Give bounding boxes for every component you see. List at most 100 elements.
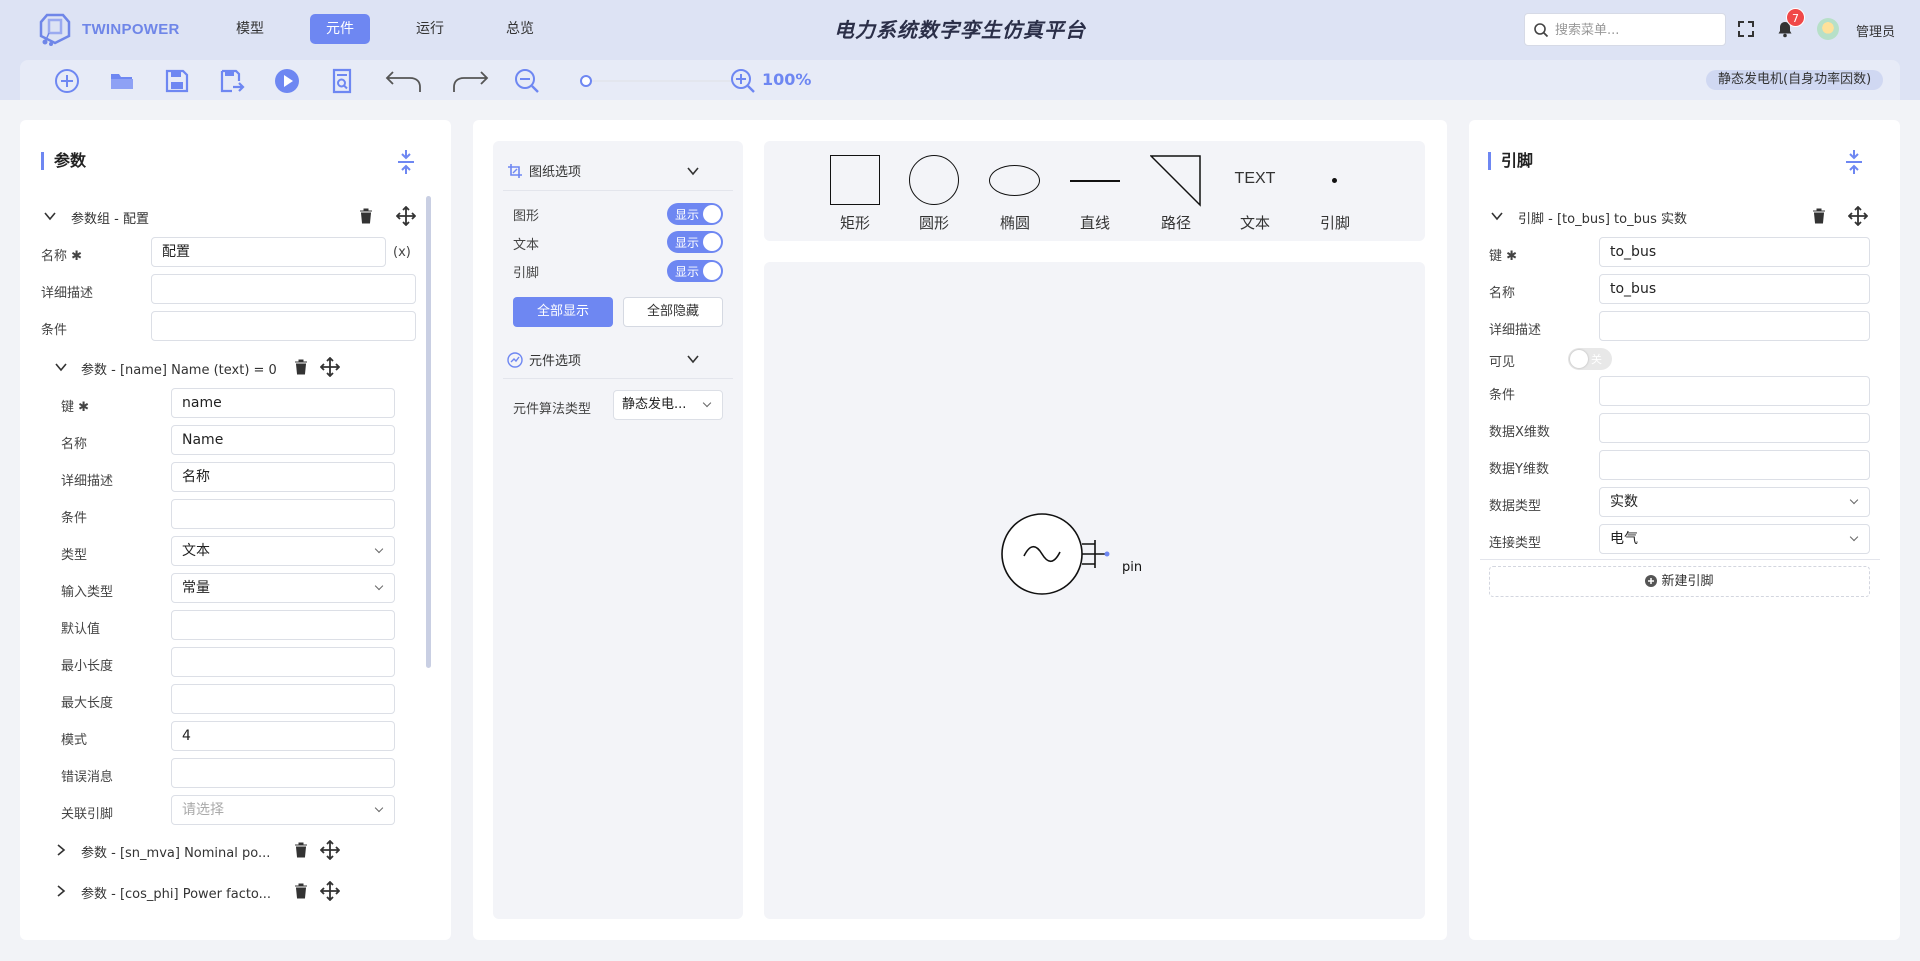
line-tool-icon[interactable]: [1070, 180, 1120, 182]
params-scrollbar[interactable]: [426, 196, 431, 668]
redo-icon[interactable]: [450, 68, 490, 94]
hide-all-button[interactable]: 全部隐藏: [623, 297, 723, 327]
component-options-header[interactable]: 元件选项: [507, 350, 581, 369]
drag-move-icon[interactable]: [320, 357, 340, 377]
chevron-down-icon[interactable]: [686, 164, 700, 178]
zoom-slider-track[interactable]: [586, 80, 732, 82]
input-type-label: 输入类型: [61, 585, 114, 600]
input-type-select[interactable]: 常量: [171, 573, 395, 603]
rectangle-tool-icon[interactable]: [830, 155, 880, 205]
drag-move-icon[interactable]: [320, 881, 340, 901]
pin-xdim-field[interactable]: [1599, 413, 1870, 443]
pin-dtype-label: 数据类型: [1489, 499, 1542, 514]
trash-icon[interactable]: [357, 207, 375, 225]
linked-pin-select[interactable]: 请选择: [171, 795, 395, 825]
name-field[interactable]: Name: [171, 425, 395, 455]
group-name-field[interactable]: 配置: [151, 237, 386, 267]
new-icon[interactable]: [54, 68, 80, 94]
search-input[interactable]: [1555, 20, 1720, 40]
pin-visible-toggle[interactable]: 关: [1568, 348, 1612, 370]
chevron-down-icon[interactable]: [686, 352, 700, 366]
param-cos-phi-title[interactable]: 参数 - [cos_phi] Power facto...: [81, 883, 271, 902]
type-select[interactable]: 文本: [171, 536, 395, 566]
pin-ydim-field[interactable]: [1599, 450, 1870, 480]
run-icon[interactable]: [274, 68, 300, 94]
trash-icon[interactable]: [1810, 207, 1828, 225]
trash-icon[interactable]: [292, 882, 310, 900]
pin-tool-icon[interactable]: [1332, 178, 1337, 183]
circle-tool-icon[interactable]: [909, 155, 959, 205]
new-pin-label: 新建引脚: [1661, 574, 1714, 589]
ellipse-tool-icon[interactable]: [989, 165, 1040, 196]
path-tool-label[interactable]: 路径: [1146, 212, 1206, 233]
cond-field[interactable]: [171, 499, 395, 529]
pin-conn-select[interactable]: 电气: [1599, 524, 1870, 554]
divider: [503, 190, 733, 191]
chevron-down-icon[interactable]: [1490, 209, 1504, 223]
menu-search[interactable]: [1524, 13, 1726, 46]
pin-tool-label[interactable]: 引脚: [1305, 212, 1365, 233]
path-tool-icon[interactable]: [1150, 155, 1202, 207]
fullscreen-icon[interactable]: [1738, 21, 1754, 37]
open-folder-icon[interactable]: [109, 68, 135, 94]
trash-icon[interactable]: [292, 358, 310, 376]
pin-label[interactable]: pin: [1122, 560, 1142, 575]
desc-field[interactable]: 名称: [171, 462, 395, 492]
collapse-all-icon[interactable]: [1844, 149, 1864, 175]
algorithm-type-select[interactable]: 静态发电...: [613, 390, 723, 420]
pin-cond-field[interactable]: [1599, 376, 1870, 406]
drag-move-icon[interactable]: [320, 840, 340, 860]
trash-icon[interactable]: [292, 841, 310, 859]
pin-visibility-toggle[interactable]: 显示: [667, 260, 723, 282]
zoom-out-icon[interactable]: [514, 68, 540, 94]
drag-move-icon[interactable]: [1848, 206, 1868, 226]
error-label: 错误消息: [61, 770, 114, 785]
pin-name-field[interactable]: to_bus: [1599, 274, 1870, 304]
pin-key-field[interactable]: to_bus: [1599, 237, 1870, 267]
desc-label: 详细描述: [61, 474, 114, 489]
drawing-options-header[interactable]: 图纸选项: [507, 161, 581, 180]
preview-icon[interactable]: [329, 68, 355, 94]
zoom-slider-handle[interactable]: [580, 75, 592, 87]
avatar[interactable]: [1817, 18, 1839, 40]
line-tool-label[interactable]: 直线: [1065, 212, 1125, 233]
pin-dtype-select[interactable]: 实数: [1599, 487, 1870, 517]
ellipse-tool-label[interactable]: 椭圆: [985, 212, 1045, 233]
new-pin-button[interactable]: 新建引脚: [1489, 566, 1870, 597]
param-sn-mva-title[interactable]: 参数 - [sn_mva] Nominal po...: [81, 842, 270, 861]
collapse-all-icon[interactable]: [396, 149, 416, 175]
drag-move-icon[interactable]: [396, 206, 416, 226]
save-as-icon[interactable]: [219, 68, 245, 94]
minlen-field[interactable]: [171, 647, 395, 677]
show-all-button[interactable]: 全部显示: [513, 297, 613, 327]
pin-desc-field[interactable]: [1599, 311, 1870, 341]
key-field[interactable]: name: [171, 388, 395, 418]
pattern-field[interactable]: 4: [171, 721, 395, 751]
rectangle-tool-label[interactable]: 矩形: [825, 212, 885, 233]
pin-desc-label: 详细描述: [1489, 323, 1542, 338]
zoom-in-icon[interactable]: [730, 68, 756, 94]
drawing-canvas[interactable]: pin: [764, 262, 1425, 919]
chevron-down-icon[interactable]: [54, 360, 68, 374]
chevron-right-icon[interactable]: [54, 843, 68, 857]
chevron-right-icon[interactable]: [54, 884, 68, 898]
param-title: 参数 - [name] Name (text) = 0: [81, 363, 277, 378]
generator-symbol[interactable]: [1000, 512, 1110, 596]
param-group-title: 参数组 - 配置: [71, 212, 149, 227]
undo-icon[interactable]: [384, 68, 424, 94]
variable-toggle-button[interactable]: (x): [393, 245, 411, 260]
circle-tool-label[interactable]: 圆形: [904, 212, 964, 233]
user-name[interactable]: 管理员: [1856, 21, 1895, 40]
group-desc-field[interactable]: [151, 274, 416, 304]
text-tool-icon[interactable]: TEXT: [1230, 170, 1280, 188]
save-icon[interactable]: [164, 68, 190, 94]
chevron-down-icon[interactable]: [43, 209, 57, 223]
search-icon: [1534, 23, 1549, 38]
shape-visibility-toggle[interactable]: 显示: [667, 203, 723, 225]
maxlen-field[interactable]: [171, 684, 395, 714]
error-field[interactable]: [171, 758, 395, 788]
text-tool-label[interactable]: 文本: [1225, 212, 1285, 233]
default-field[interactable]: [171, 610, 395, 640]
group-cond-field[interactable]: [151, 311, 416, 341]
text-visibility-toggle[interactable]: 显示: [667, 231, 723, 253]
